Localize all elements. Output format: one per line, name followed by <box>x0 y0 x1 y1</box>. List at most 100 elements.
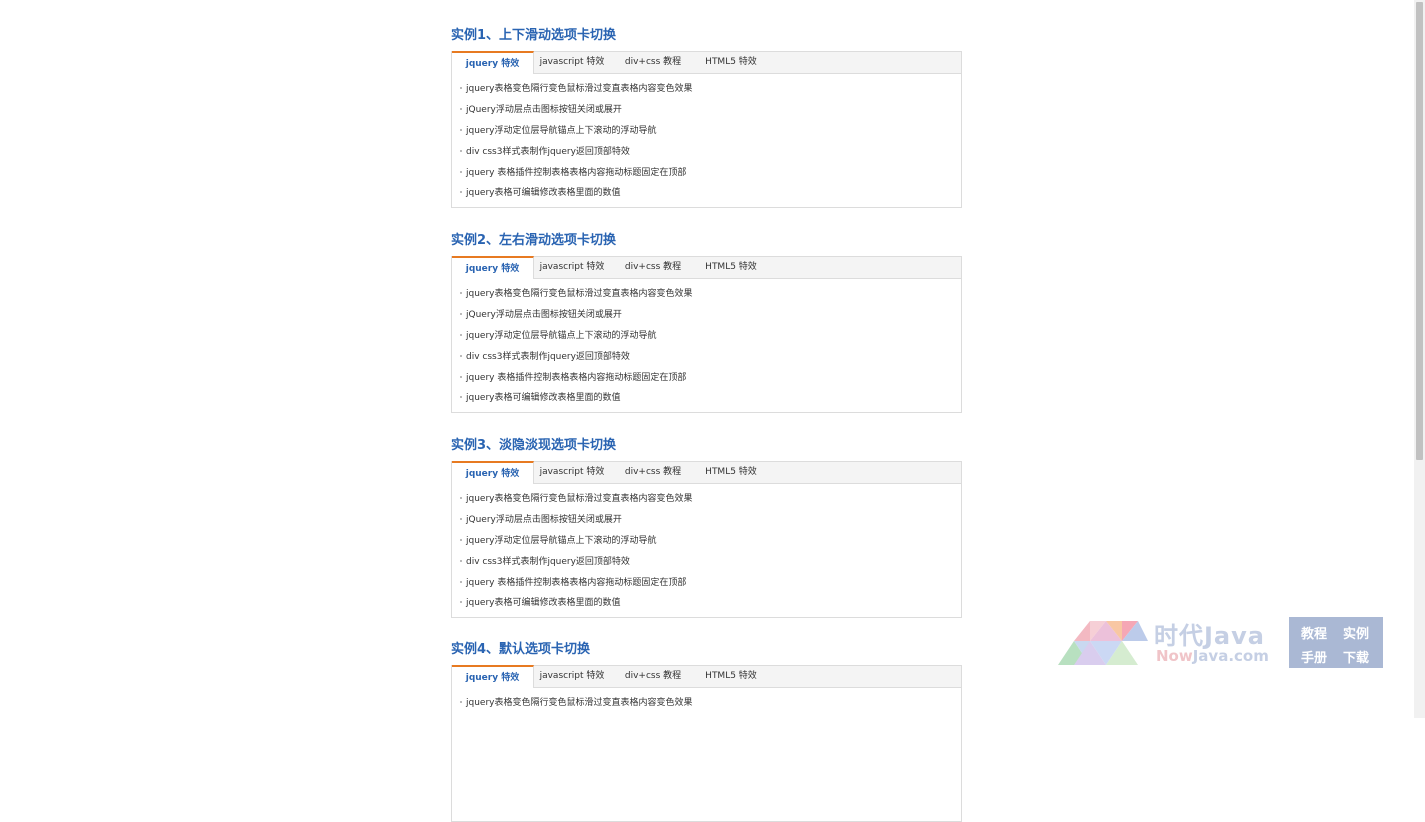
watermark-title: 时代Java <box>1154 622 1265 650</box>
tab-divcss[interactable]: div+css 教程 <box>619 257 687 278</box>
list-link[interactable]: jQuery浮动层点击图标按钮关闭或展开 <box>466 310 622 320</box>
list-link[interactable]: jquery表格变色隔行变色鼠标滑过变直表格内容变色效果 <box>466 289 692 299</box>
site-watermark-logo: 时代Java NowJava.com 教程 实例 手册 下载 <box>1058 617 1384 669</box>
watermark-box-label: 下载 <box>1343 651 1370 666</box>
bullet-icon <box>460 538 462 541</box>
watermark-domain-prefix: Now <box>1156 647 1193 665</box>
bullet-icon <box>460 497 462 499</box>
tab-javascript[interactable]: javascript 特效 <box>536 257 608 278</box>
list-item: jQuery浮动层点击图标按钮关闭或展开 <box>452 508 961 529</box>
tab-divcss[interactable]: div+css 教程 <box>619 666 687 687</box>
tab-javascript[interactable]: javascript 特效 <box>536 462 608 483</box>
bullet-icon <box>460 701 462 703</box>
list-link[interactable]: div css3样式表制作jquery返回顶部特效 <box>466 557 630 567</box>
list-link[interactable]: jquery表格变色隔行变色鼠标滑过变直表格内容变色效果 <box>466 84 692 94</box>
bullet-icon <box>460 559 462 562</box>
tab-divcss[interactable]: div+css 教程 <box>619 52 687 73</box>
list-item: div css3样式表制作jquery返回顶部特效 <box>452 345 961 366</box>
tab-javascript[interactable]: javascript 特效 <box>536 666 608 687</box>
tab-html5[interactable]: HTML5 特效 <box>699 52 763 73</box>
link-list: jquery表格变色隔行变色鼠标滑过变直表格内容变色效果 jQuery浮动层点击… <box>452 74 961 202</box>
list-item: jquery 表格插件控制表格表格内容拖动标题固定在顶部 <box>452 161 961 182</box>
bullet-icon <box>460 601 462 604</box>
list-item: jquery浮动定位层导航锚点上下滚动的浮动导航 <box>452 324 961 345</box>
watermark-box-label: 教程 <box>1301 627 1328 642</box>
list-item: jquery表格可编辑修改表格里面的数值 <box>452 181 961 202</box>
tab-jquery[interactable]: jquery 特效 <box>452 665 534 688</box>
watermark-domain-rest: Java.com <box>1192 647 1269 665</box>
bullet-icon <box>460 128 462 131</box>
list-item: div css3样式表制作jquery返回顶部特效 <box>452 140 961 161</box>
list-link[interactable]: jquery浮动定位层导航锚点上下滚动的浮动导航 <box>466 126 656 136</box>
list-link[interactable]: jquery表格可编辑修改表格里面的数值 <box>466 188 620 198</box>
tab-bar: jquery 特效 javascript 特效 div+css 教程 HTML5… <box>452 665 961 688</box>
list-link[interactable]: jquery 表格插件控制表格表格内容拖动标题固定在顶部 <box>466 168 686 178</box>
list-link[interactable]: jquery 表格插件控制表格表格内容拖动标题固定在顶部 <box>466 578 686 588</box>
example-title: 实例1、上下滑动选项卡切换 <box>451 28 617 43</box>
tab-javascript[interactable]: javascript 特效 <box>536 52 608 73</box>
tab-box: jquery 特效 javascript 特效 div+css 教程 HTML5… <box>451 461 962 618</box>
watermark-box-label: 实例 <box>1343 627 1370 642</box>
list-link[interactable]: jquery表格变色隔行变色鼠标滑过变直表格内容变色效果 <box>466 698 692 708</box>
bullet-icon <box>460 396 462 399</box>
bullet-icon <box>460 107 462 110</box>
tab-html5[interactable]: HTML5 特效 <box>699 257 763 278</box>
tab-divcss[interactable]: div+css 教程 <box>619 462 687 483</box>
list-link[interactable]: jquery浮动定位层导航锚点上下滚动的浮动导航 <box>466 536 656 546</box>
list-link[interactable]: div css3样式表制作jquery返回顶部特效 <box>466 352 630 362</box>
list-item: jquery浮动定位层导航锚点上下滚动的浮动导航 <box>452 119 961 140</box>
list-item: jquery表格可编辑修改表格里面的数值 <box>452 591 961 612</box>
list-item: jquery 表格插件控制表格表格内容拖动标题固定在顶部 <box>452 366 961 387</box>
tab-bar: jquery 特效 javascript 特效 div+css 教程 HTML5… <box>452 256 961 279</box>
tab-jquery[interactable]: jquery 特效 <box>452 461 534 484</box>
example-title: 实例4、默认选项卡切换 <box>451 642 591 657</box>
tab-bar: jquery 特效 javascript 特效 div+css 教程 HTML5… <box>452 51 961 74</box>
list-item: jquery表格变色隔行变色鼠标滑过变直表格内容变色效果 <box>452 282 961 303</box>
list-item: jquery浮动定位层导航锚点上下滚动的浮动导航 <box>452 529 961 550</box>
list-link[interactable]: jquery 表格插件控制表格表格内容拖动标题固定在顶部 <box>466 373 686 383</box>
list-item: jQuery浮动层点击图标按钮关闭或展开 <box>452 303 961 324</box>
tab-bar: jquery 特效 javascript 特效 div+css 教程 HTML5… <box>452 461 961 484</box>
bullet-icon <box>460 87 462 89</box>
bullet-icon <box>460 580 462 583</box>
bullet-icon <box>460 149 462 152</box>
list-item: jQuery浮动层点击图标按钮关闭或展开 <box>452 98 961 119</box>
bullet-icon <box>460 170 462 173</box>
list-link[interactable]: jquery浮动定位层导航锚点上下滚动的浮动导航 <box>466 331 656 341</box>
tab-box: jquery 特效 javascript 特效 div+css 教程 HTML5… <box>451 51 962 208</box>
bullet-icon <box>460 333 462 336</box>
tab-html5[interactable]: HTML5 特效 <box>699 666 763 687</box>
tab-html5[interactable]: HTML5 特效 <box>699 462 763 483</box>
list-item: jquery表格变色隔行变色鼠标滑过变直表格内容变色效果 <box>452 77 961 98</box>
bullet-icon <box>460 354 462 357</box>
list-link[interactable]: jquery表格可编辑修改表格里面的数值 <box>466 393 620 403</box>
link-list: jquery表格变色隔行变色鼠标滑过变直表格内容变色效果 jQuery浮动层点击… <box>452 279 961 407</box>
vertical-scrollbar[interactable] <box>1414 0 1425 718</box>
bullet-icon <box>460 292 462 294</box>
list-link[interactable]: jQuery浮动层点击图标按钮关闭或展开 <box>466 105 622 115</box>
bullet-icon <box>460 517 462 520</box>
list-link[interactable]: jquery表格变色隔行变色鼠标滑过变直表格内容变色效果 <box>466 494 692 504</box>
tab-box: jquery 特效 javascript 特效 div+css 教程 HTML5… <box>451 665 962 822</box>
list-link[interactable]: jquery表格可编辑修改表格里面的数值 <box>466 598 620 608</box>
tab-jquery[interactable]: jquery 特效 <box>452 51 534 74</box>
example-title: 实例3、淡隐淡现选项卡切换 <box>451 438 617 453</box>
list-item: div css3样式表制作jquery返回顶部特效 <box>452 550 961 571</box>
link-list: jquery表格变色隔行变色鼠标滑过变直表格内容变色效果 <box>452 688 961 712</box>
list-item: jquery表格变色隔行变色鼠标滑过变直表格内容变色效果 <box>452 691 961 712</box>
scrollbar-thumb[interactable] <box>1416 2 1423 460</box>
bullet-icon <box>460 375 462 378</box>
list-item: jquery表格变色隔行变色鼠标滑过变直表格内容变色效果 <box>452 487 961 508</box>
list-item: jquery表格可编辑修改表格里面的数值 <box>452 386 961 407</box>
bullet-icon <box>460 312 462 315</box>
triangle-logo-icon <box>1058 621 1148 665</box>
list-link[interactable]: div css3样式表制作jquery返回顶部特效 <box>466 147 630 157</box>
tab-box: jquery 特效 javascript 特效 div+css 教程 HTML5… <box>451 256 962 413</box>
list-link[interactable]: jQuery浮动层点击图标按钮关闭或展开 <box>466 515 622 525</box>
bullet-icon <box>460 191 462 194</box>
tab-jquery[interactable]: jquery 特效 <box>452 256 534 279</box>
example-title: 实例2、左右滑动选项卡切换 <box>451 233 617 248</box>
watermark-domain: NowJava.com <box>1156 647 1269 665</box>
link-list: jquery表格变色隔行变色鼠标滑过变直表格内容变色效果 jQuery浮动层点击… <box>452 484 961 612</box>
watermark-box-label: 手册 <box>1301 651 1328 666</box>
